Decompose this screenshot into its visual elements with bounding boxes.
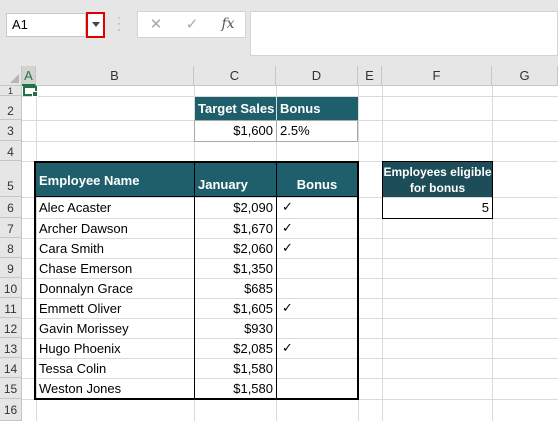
row-header-8[interactable]: 8 [0,238,22,258]
employee-name-cell[interactable]: Emmett Oliver [36,298,194,318]
bonus-check-cell[interactable]: ✓ [277,338,357,358]
column-header-b[interactable]: B [36,66,194,86]
employee-name-cell[interactable]: Cara Smith [36,238,194,258]
column-header-f[interactable]: F [382,66,492,86]
eligible-count-value[interactable]: 5 [383,198,492,218]
bonus-check-cell[interactable]: ✓ [277,218,357,238]
row-header-7[interactable]: 7 [0,218,22,238]
employee-name-cell[interactable]: Gavin Morissey [36,318,194,338]
bonus-rate-value[interactable]: 2.5% [277,121,357,141]
name-box-dropdown-button[interactable] [86,12,105,38]
column-header-c[interactable]: C [194,66,276,86]
employee-name-cell[interactable]: Weston Jones [36,378,194,398]
january-sales-cell[interactable]: $2,060 [195,238,276,258]
employee-name-header[interactable]: Employee Name [36,163,194,197]
formula-bar-grip-icon[interactable]: · · · [115,11,123,35]
column-header-a[interactable]: A [22,66,36,86]
active-cell-selection[interactable] [23,86,38,97]
formula-input[interactable] [250,11,558,56]
bonus-check-cell[interactable] [277,258,357,278]
formula-buttons: ✕ ✓ fx [137,11,246,38]
row-header-3[interactable]: 3 [0,120,22,141]
bonus-check-cell[interactable]: ✓ [277,197,357,217]
bonus-check-cell[interactable] [277,278,357,298]
row-header-2[interactable]: 2 [0,96,22,120]
january-sales-cell[interactable]: $2,090 [195,197,276,217]
column-header-e[interactable]: E [358,66,382,86]
january-sales-cell[interactable]: $1,670 [195,218,276,238]
select-all-corner[interactable] [0,66,22,86]
row-header-9[interactable]: 9 [0,258,22,278]
employee-name-cell[interactable]: Archer Dawson [36,218,194,238]
row-header-13[interactable]: 13 [0,338,22,358]
january-header[interactable]: January [195,163,276,197]
enter-icon[interactable]: ✓ [174,12,210,37]
employee-name-cell[interactable]: Alec Acaster [36,197,194,217]
january-sales-cell[interactable]: $1,580 [195,358,276,378]
january-sales-cell[interactable]: $2,085 [195,338,276,358]
row-header-10[interactable]: 10 [0,278,22,298]
eligible-header-line1: Employees eligible [383,165,492,179]
employee-name-cell[interactable]: Tessa Colin [36,358,194,378]
row-header-15[interactable]: 15 [0,378,22,399]
target-sales-header[interactable]: Target Sales [195,97,276,120]
bonus-check-cell[interactable]: ✓ [277,238,357,258]
row-header-11[interactable]: 11 [0,298,22,318]
name-box[interactable]: A1 [6,13,86,37]
employee-name-cell[interactable]: Donnalyn Grace [36,278,194,298]
chevron-down-icon [92,22,100,27]
bonus-check-cell[interactable] [277,358,357,378]
eligible-header[interactable]: Employees eligible for bonus [383,162,492,197]
row-header-4[interactable]: 4 [0,141,22,161]
insert-function-button[interactable]: fx [210,12,246,37]
column-header-g[interactable]: G [492,66,558,86]
bonus-check-cell[interactable]: ✓ [277,298,357,318]
bonus-rate-header[interactable]: Bonus [277,97,358,120]
january-sales-cell[interactable]: $930 [195,318,276,338]
row-header-14[interactable]: 14 [0,358,22,378]
bonus-header[interactable]: Bonus [277,163,357,197]
bonus-check-cell[interactable] [277,378,357,398]
row-header-1[interactable]: 1 [0,86,22,96]
january-sales-cell[interactable]: $685 [195,278,276,298]
row-header-5[interactable]: 5 [0,161,22,197]
employee-name-cell[interactable]: Chase Emerson [36,258,194,278]
target-sales-value[interactable]: $1,600 [195,121,276,141]
january-sales-cell[interactable]: $1,350 [195,258,276,278]
row-header-16[interactable]: 16 [0,399,22,421]
eligible-header-line2: for bonus [409,181,466,195]
row-header-12[interactable]: 12 [0,318,22,338]
bonus-check-cell[interactable] [277,318,357,338]
january-sales-cell[interactable]: $1,580 [195,378,276,398]
employee-name-cell[interactable]: Hugo Phoenix [36,338,194,358]
row-header-6[interactable]: 6 [0,197,22,218]
column-header-d[interactable]: D [276,66,358,86]
cancel-icon[interactable]: ✕ [138,12,174,37]
january-sales-cell[interactable]: $1,605 [195,298,276,318]
